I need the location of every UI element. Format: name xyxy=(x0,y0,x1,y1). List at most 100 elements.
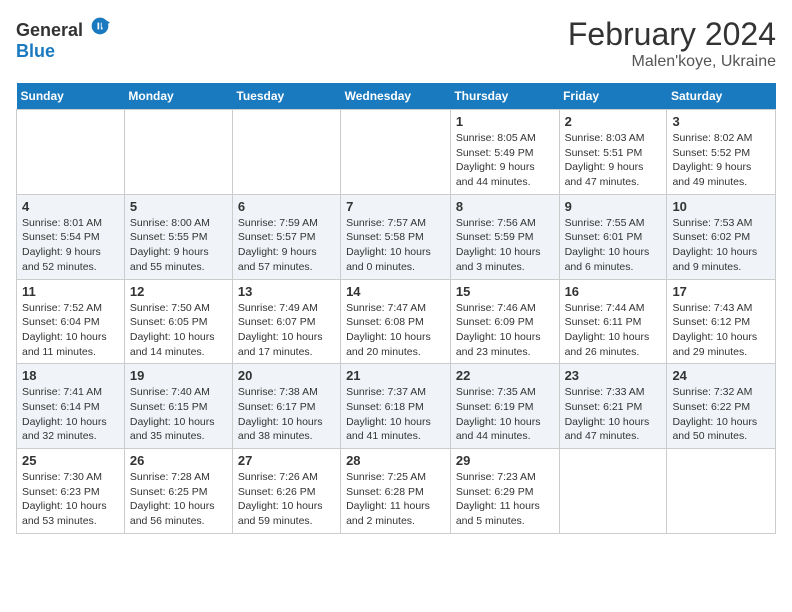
day-info: Sunrise: 7:56 AMSunset: 5:59 PMDaylight:… xyxy=(456,216,554,275)
calendar-cell: 10 Sunrise: 7:53 AMSunset: 6:02 PMDayligh… xyxy=(667,194,776,279)
calendar-week-row: 25 Sunrise: 7:30 AMSunset: 6:23 PMDayligh… xyxy=(17,449,776,534)
calendar-week-row: 4 Sunrise: 8:01 AMSunset: 5:54 PMDaylight… xyxy=(17,194,776,279)
day-info: Sunrise: 7:47 AMSunset: 6:08 PMDaylight:… xyxy=(346,301,445,360)
day-info: Sunrise: 7:44 AMSunset: 6:11 PMDaylight:… xyxy=(565,301,662,360)
logo: General Blue xyxy=(16,16,110,62)
calendar-cell xyxy=(559,449,667,534)
day-number: 5 xyxy=(130,199,227,214)
day-number: 18 xyxy=(22,368,119,383)
day-info: Sunrise: 8:05 AMSunset: 5:49 PMDaylight:… xyxy=(456,131,554,190)
day-number: 27 xyxy=(238,453,335,468)
calendar-cell: 8 Sunrise: 7:56 AMSunset: 5:59 PMDaylight… xyxy=(450,194,559,279)
calendar-cell: 24Sunrise: 7:32 AMSunset: 6:22 PMDayligh… xyxy=(667,364,776,449)
day-info: Sunrise: 7:55 AMSunset: 6:01 PMDaylight:… xyxy=(565,216,662,275)
calendar-cell: 19Sunrise: 7:40 AMSunset: 6:15 PMDayligh… xyxy=(124,364,232,449)
logo-icon xyxy=(90,16,110,36)
title-block: February 2024 Malen'koye, Ukraine xyxy=(568,16,776,71)
day-info: Sunrise: 7:59 AMSunset: 5:57 PMDaylight:… xyxy=(238,216,335,275)
day-number: 2 xyxy=(565,114,662,129)
calendar-cell: 6Sunrise: 7:59 AMSunset: 5:57 PMDaylight… xyxy=(232,194,340,279)
day-number: 11 xyxy=(22,284,119,299)
calendar-cell: 4 Sunrise: 8:01 AMSunset: 5:54 PMDaylight… xyxy=(17,194,125,279)
calendar-cell: 11 Sunrise: 7:52 AMSunset: 6:04 PMDayligh… xyxy=(17,279,125,364)
day-info: Sunrise: 7:50 AMSunset: 6:05 PMDaylight:… xyxy=(130,301,227,360)
day-number: 25 xyxy=(22,453,119,468)
day-number: 3 xyxy=(672,114,770,129)
calendar-cell: 15Sunrise: 7:46 AMSunset: 6:09 PMDayligh… xyxy=(450,279,559,364)
day-info: Sunrise: 8:01 AMSunset: 5:54 PMDaylight:… xyxy=(22,216,119,275)
day-info: Sunrise: 8:02 AMSunset: 5:52 PMDaylight:… xyxy=(672,131,770,190)
logo-text: General Blue xyxy=(16,16,110,62)
day-info: Sunrise: 7:23 AMSunset: 6:29 PMDaylight:… xyxy=(456,470,554,529)
day-number: 20 xyxy=(238,368,335,383)
calendar-cell xyxy=(17,110,125,195)
calendar-cell: 21 Sunrise: 7:37 AMSunset: 6:18 PMDayligh… xyxy=(341,364,451,449)
calendar-title: February 2024 xyxy=(568,16,776,53)
day-info: Sunrise: 7:41 AMSunset: 6:14 PMDaylight:… xyxy=(22,385,119,444)
calendar-cell xyxy=(341,110,451,195)
calendar-cell: 16 Sunrise: 7:44 AMSunset: 6:11 PMDayligh… xyxy=(559,279,667,364)
day-number: 29 xyxy=(456,453,554,468)
day-number: 23 xyxy=(565,368,662,383)
day-number: 4 xyxy=(22,199,119,214)
calendar-cell: 20Sunrise: 7:38 AMSunset: 6:17 PMDayligh… xyxy=(232,364,340,449)
day-info: Sunrise: 8:00 AMSunset: 5:55 PMDaylight:… xyxy=(130,216,227,275)
day-number: 26 xyxy=(130,453,227,468)
calendar-cell: 12Sunrise: 7:50 AMSunset: 6:05 PMDayligh… xyxy=(124,279,232,364)
calendar-cell: 13 Sunrise: 7:49 AMSunset: 6:07 PMDayligh… xyxy=(232,279,340,364)
weekday-header-tuesday: Tuesday xyxy=(232,83,340,110)
day-number: 28 xyxy=(346,453,445,468)
day-number: 7 xyxy=(346,199,445,214)
calendar-subtitle: Malen'koye, Ukraine xyxy=(568,53,776,71)
day-info: Sunrise: 7:28 AMSunset: 6:25 PMDaylight:… xyxy=(130,470,227,529)
day-info: Sunrise: 7:25 AMSunset: 6:28 PMDaylight:… xyxy=(346,470,445,529)
logo-blue: Blue xyxy=(16,41,55,61)
day-number: 1 xyxy=(456,114,554,129)
weekday-header-monday: Monday xyxy=(124,83,232,110)
day-number: 8 xyxy=(456,199,554,214)
day-number: 16 xyxy=(565,284,662,299)
day-number: 13 xyxy=(238,284,335,299)
day-info: Sunrise: 7:37 AMSunset: 6:18 PMDaylight:… xyxy=(346,385,445,444)
day-info: Sunrise: 7:26 AMSunset: 6:26 PMDaylight:… xyxy=(238,470,335,529)
day-number: 10 xyxy=(672,199,770,214)
day-info: Sunrise: 7:53 AMSunset: 6:02 PMDaylight:… xyxy=(672,216,770,275)
calendar-cell: 27 Sunrise: 7:26 AMSunset: 6:26 PMDayligh… xyxy=(232,449,340,534)
logo-general: General xyxy=(16,20,83,40)
day-info: Sunrise: 7:32 AMSunset: 6:22 PMDaylight:… xyxy=(672,385,770,444)
day-info: Sunrise: 7:40 AMSunset: 6:15 PMDaylight:… xyxy=(130,385,227,444)
page-header: General Blue February 2024 Malen'koye, U… xyxy=(16,16,776,71)
day-info: Sunrise: 7:57 AMSunset: 5:58 PMDaylight:… xyxy=(346,216,445,275)
day-info: Sunrise: 8:03 AMSunset: 5:51 PMDaylight:… xyxy=(565,131,662,190)
calendar-cell xyxy=(232,110,340,195)
day-number: 9 xyxy=(565,199,662,214)
calendar-cell: 29 Sunrise: 7:23 AMSunset: 6:29 PMDayligh… xyxy=(450,449,559,534)
day-info: Sunrise: 7:52 AMSunset: 6:04 PMDaylight:… xyxy=(22,301,119,360)
calendar-cell: 17 Sunrise: 7:43 AMSunset: 6:12 PMDayligh… xyxy=(667,279,776,364)
calendar-cell: 23Sunrise: 7:33 AMSunset: 6:21 PMDayligh… xyxy=(559,364,667,449)
calendar-cell: 2 Sunrise: 8:03 AMSunset: 5:51 PMDaylight… xyxy=(559,110,667,195)
calendar-cell: 22 Sunrise: 7:35 AMSunset: 6:19 PMDayligh… xyxy=(450,364,559,449)
day-number: 22 xyxy=(456,368,554,383)
weekday-header-wednesday: Wednesday xyxy=(341,83,451,110)
calendar-week-row: 1 Sunrise: 8:05 AMSunset: 5:49 PMDaylight… xyxy=(17,110,776,195)
day-number: 15 xyxy=(456,284,554,299)
weekday-header-thursday: Thursday xyxy=(450,83,559,110)
day-number: 17 xyxy=(672,284,770,299)
day-info: Sunrise: 7:30 AMSunset: 6:23 PMDaylight:… xyxy=(22,470,119,529)
calendar-cell xyxy=(667,449,776,534)
calendar-week-row: 18 Sunrise: 7:41 AMSunset: 6:14 PMDayligh… xyxy=(17,364,776,449)
calendar-cell: 5 Sunrise: 8:00 AMSunset: 5:55 PMDaylight… xyxy=(124,194,232,279)
day-info: Sunrise: 7:43 AMSunset: 6:12 PMDaylight:… xyxy=(672,301,770,360)
calendar-cell: 25 Sunrise: 7:30 AMSunset: 6:23 PMDayligh… xyxy=(17,449,125,534)
day-number: 21 xyxy=(346,368,445,383)
calendar-cell: 26 Sunrise: 7:28 AMSunset: 6:25 PMDayligh… xyxy=(124,449,232,534)
day-info: Sunrise: 7:35 AMSunset: 6:19 PMDaylight:… xyxy=(456,385,554,444)
day-number: 14 xyxy=(346,284,445,299)
weekday-header-row: SundayMondayTuesdayWednesdayThursdayFrid… xyxy=(17,83,776,110)
calendar-cell: 28 Sunrise: 7:25 AMSunset: 6:28 PMDayligh… xyxy=(341,449,451,534)
day-info: Sunrise: 7:49 AMSunset: 6:07 PMDaylight:… xyxy=(238,301,335,360)
weekday-header-saturday: Saturday xyxy=(667,83,776,110)
calendar-cell: 7 Sunrise: 7:57 AMSunset: 5:58 PMDaylight… xyxy=(341,194,451,279)
calendar-cell: 14 Sunrise: 7:47 AMSunset: 6:08 PMDayligh… xyxy=(341,279,451,364)
